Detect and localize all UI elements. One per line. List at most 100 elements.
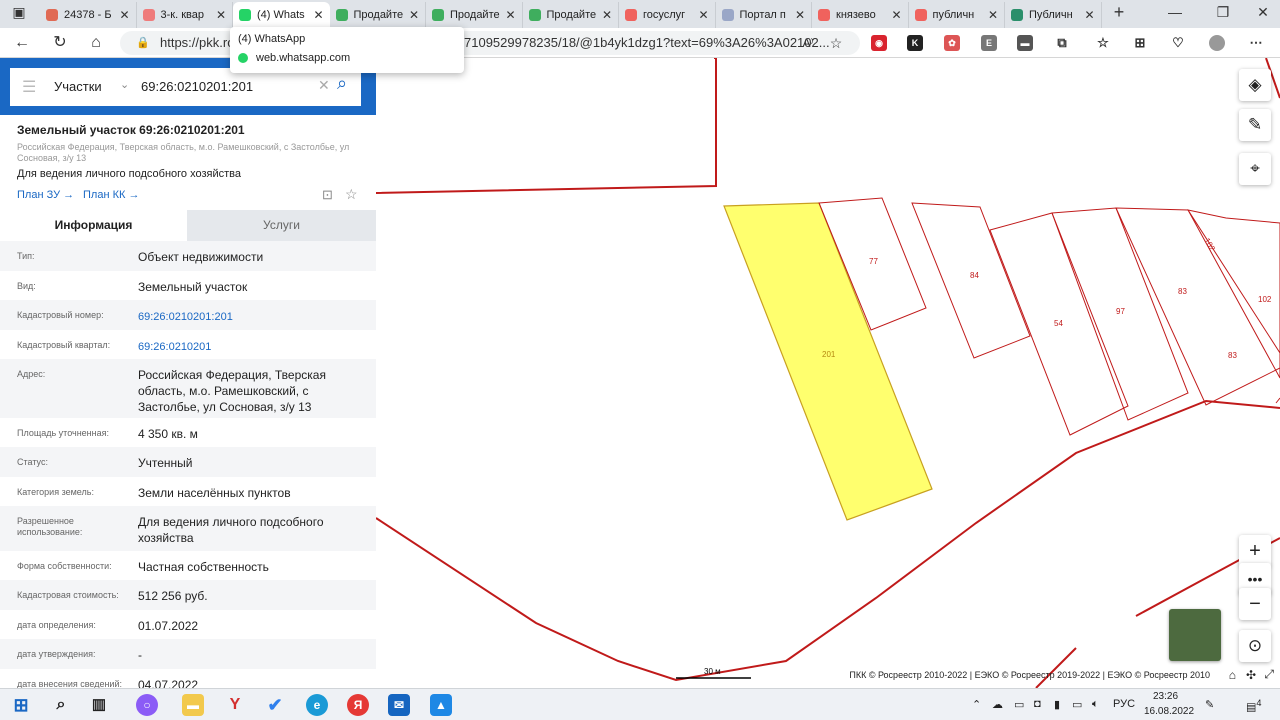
browser-tab[interactable]: (4) Whats ✕ xyxy=(233,2,330,28)
tab-actions-icon[interactable]: ▣ xyxy=(4,4,34,21)
extension-k-icon[interactable]: K xyxy=(907,35,923,51)
clock-date[interactable]: 16.08.2022 xyxy=(1144,706,1194,717)
browser-tab[interactable]: 3-к. квар ✕ xyxy=(137,2,233,28)
pen-icon[interactable]: ✎ xyxy=(1205,698,1214,711)
notifications-icon[interactable]: ▤4 xyxy=(1246,698,1262,714)
windows-start-icon[interactable]: ⊞ xyxy=(10,694,32,716)
close-tab-icon[interactable]: ✕ xyxy=(890,8,904,22)
add-favorite-icon[interactable]: ☆ xyxy=(824,32,848,54)
label-83-a: 83 xyxy=(1178,287,1187,296)
tab-title: госуслуг xyxy=(643,9,686,21)
search-input[interactable]: 69:26:0210201:201 xyxy=(141,79,253,94)
home-map-icon[interactable]: ⌂ xyxy=(1229,668,1236,682)
clear-icon[interactable]: ✕ xyxy=(318,77,330,94)
minimize-button[interactable]: — xyxy=(1160,4,1190,20)
close-tab-icon[interactable]: ✕ xyxy=(214,8,228,22)
extension-red-icon[interactable]: ◉ xyxy=(871,35,887,51)
tab-information[interactable]: Информация xyxy=(0,210,187,241)
field-value[interactable]: 69:26:0210201:201 xyxy=(138,309,338,325)
zoom-out-button[interactable]: − xyxy=(1239,588,1271,620)
browser-tab[interactable]: Продайте ✕ xyxy=(523,2,619,28)
browser-tab[interactable]: госуслуг ✕ xyxy=(619,2,716,28)
close-tab-icon[interactable]: ✕ xyxy=(793,8,807,22)
cloud-icon[interactable]: ☁ xyxy=(992,698,1003,711)
task-view-icon[interactable]: ▥ xyxy=(88,694,110,716)
browser-tab[interactable]: 24378 - Б ✕ xyxy=(40,2,137,28)
browser-tab[interactable]: Публичн ✕ xyxy=(1005,2,1102,28)
ruler-icon[interactable]: ✎ xyxy=(1239,109,1271,141)
close-tab-icon[interactable]: ✕ xyxy=(600,8,614,22)
field-row: Статус: Учтенный xyxy=(0,447,376,477)
parcel-title: Земельный участок 69:26:0210201:201 xyxy=(17,123,245,137)
close-tab-icon[interactable]: ✕ xyxy=(118,8,132,22)
refresh-icon[interactable]: ↻ xyxy=(48,32,72,54)
field-label: Статус: xyxy=(17,457,48,467)
file-explorer-icon[interactable]: ▬ xyxy=(182,694,204,716)
browser-tab[interactable]: Продайте ✕ xyxy=(426,2,523,28)
tray-chevron-icon[interactable]: ⌃ xyxy=(972,698,981,711)
read-aloud-icon[interactable]: A⁾ xyxy=(796,32,820,54)
close-tab-icon[interactable]: ✕ xyxy=(504,8,518,22)
language-indicator[interactable]: РУС xyxy=(1113,698,1135,710)
favorites-icon[interactable]: ☆ xyxy=(1095,35,1111,51)
yandex-browser-icon[interactable]: Y xyxy=(224,694,246,716)
mic-icon[interactable]: ▮ xyxy=(1054,698,1060,711)
compass-icon[interactable]: ⊙ xyxy=(1239,630,1271,662)
todo-icon[interactable]: ✔ xyxy=(264,694,286,716)
settings-icon[interactable]: ✣ xyxy=(1246,668,1256,682)
close-tab-icon[interactable]: ✕ xyxy=(407,8,421,22)
favorite-star-icon[interactable]: ☆ xyxy=(345,186,358,203)
field-value[interactable]: 69:26:0210201 xyxy=(138,339,338,355)
extensions-icon[interactable]: ⧉ xyxy=(1054,35,1070,51)
new-tab-button[interactable]: + xyxy=(1104,2,1134,23)
app-purple-icon[interactable]: ○ xyxy=(136,694,158,716)
home-icon[interactable]: ⌂ xyxy=(84,32,108,54)
more-menu-icon[interactable]: ⋯ xyxy=(1248,35,1264,51)
maximize-button[interactable]: ❐ xyxy=(1208,4,1238,21)
road-boundary-upper xyxy=(376,58,717,194)
plan-kk-link[interactable]: План КК → xyxy=(83,189,139,201)
close-tab-icon[interactable]: ✕ xyxy=(312,8,326,22)
layers-icon[interactable]: ◈ xyxy=(1239,69,1271,101)
collections-icon[interactable]: ⊞ xyxy=(1132,35,1148,51)
clock-time[interactable]: 23:26 xyxy=(1153,691,1178,702)
mail-icon[interactable]: ✉ xyxy=(388,694,410,716)
monitor-icon[interactable]: ▭ xyxy=(1072,698,1082,711)
edge-icon[interactable]: e xyxy=(306,694,328,716)
menu-icon[interactable]: ☰ xyxy=(22,77,36,97)
network-icon[interactable]: ▭ xyxy=(1014,698,1024,711)
extension-e-icon[interactable]: E xyxy=(981,35,997,51)
close-tab-icon[interactable]: ✕ xyxy=(986,8,1000,22)
close-tab-icon[interactable]: ✕ xyxy=(697,8,711,22)
tab-services[interactable]: Услуги xyxy=(187,210,376,241)
close-tab-icon[interactable]: ✕ xyxy=(1083,8,1097,22)
plan-zu-link[interactable]: План ЗУ → xyxy=(17,189,74,201)
search-taskbar-icon[interactable]: ⌕ xyxy=(50,694,72,716)
back-icon[interactable]: ← xyxy=(10,32,34,54)
browser-tab[interactable]: Портал п ✕ xyxy=(716,2,812,28)
browser-tab[interactable]: публичн ✕ xyxy=(909,2,1005,28)
field-row: дата определения: 01.07.2022 xyxy=(0,610,376,639)
photos-icon[interactable]: ▲ xyxy=(430,694,452,716)
field-value: Объект недвижимости xyxy=(138,250,264,264)
basemap-thumbnail[interactable] xyxy=(1169,609,1221,661)
camera-icon[interactable]: ◘ xyxy=(1034,698,1041,710)
yandex-icon[interactable]: Я xyxy=(347,694,369,716)
extension-bird-icon[interactable]: ✿ xyxy=(944,35,960,51)
chevron-down-icon[interactable]: ⌄ xyxy=(120,78,129,91)
map-view[interactable]: 201 77 84 54 97 83 83 102 102 30 м ◈ ✎ ⌖… xyxy=(376,58,1280,688)
extension-hat-icon[interactable]: ▬ xyxy=(1017,35,1033,51)
fullscreen-icon[interactable]: ⤢ xyxy=(1264,667,1274,682)
volume-icon[interactable]: 🔈︎ xyxy=(1092,698,1099,711)
locate-icon[interactable]: ⌖ xyxy=(1239,153,1271,185)
profile-avatar[interactable] xyxy=(1209,35,1225,51)
tab-favicon-icon xyxy=(335,9,348,21)
browser-tab[interactable]: князево ✕ xyxy=(812,2,909,28)
search-type-select[interactable]: Участки xyxy=(54,79,102,94)
label-84: 84 xyxy=(970,271,979,280)
close-window-button[interactable]: ✕ xyxy=(1248,4,1278,21)
search-icon[interactable]: ⌕ xyxy=(337,73,347,94)
zoom-to-icon[interactable]: ⊡ xyxy=(322,187,333,203)
field-row: Тип: Объект недвижимости xyxy=(0,241,376,271)
health-icon[interactable]: ♡ xyxy=(1170,35,1186,51)
